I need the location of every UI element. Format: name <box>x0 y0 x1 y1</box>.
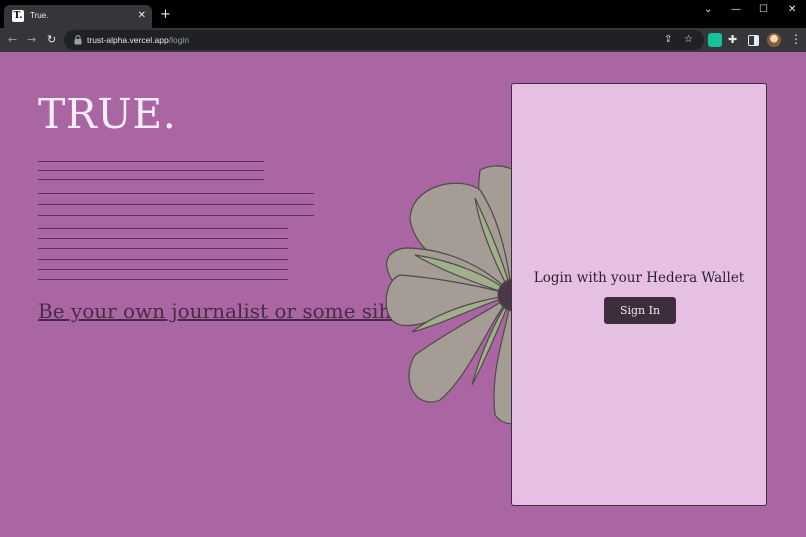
browser-toolbar: ← → ↻ trust-alpha.vercel.app/login ⇪ ☆ ✚… <box>0 28 806 52</box>
site-logo: TRUE. <box>38 90 177 138</box>
extension-icon[interactable] <box>708 33 722 47</box>
divider <box>38 161 264 162</box>
minimize-button[interactable]: — <box>731 4 741 16</box>
browser-menu-icon[interactable]: ⋮ <box>790 32 802 46</box>
browser-tab[interactable]: T. True. ✕ <box>4 5 152 28</box>
url-text: trust-alpha.vercel.app/login <box>87 34 189 46</box>
tagline-link[interactable]: Be your own journalist or some siht <box>38 298 399 324</box>
divider <box>38 238 288 239</box>
login-title: Login with your Hedera Wallet <box>533 270 745 286</box>
divider <box>38 228 288 229</box>
profile-avatar[interactable] <box>767 33 781 47</box>
browser-titlebar: T. True. ✕ + ⌄ — ☐ ✕ <box>0 0 806 28</box>
lock-icon[interactable] <box>74 35 82 45</box>
divider <box>38 215 314 216</box>
extensions-puzzle-icon[interactable]: ✚ <box>728 33 742 47</box>
url-host: trust-alpha.vercel.app <box>87 35 169 45</box>
divider <box>38 204 314 205</box>
maximize-button[interactable]: ☐ <box>759 4 768 16</box>
divider <box>38 248 288 249</box>
reload-button[interactable]: ↻ <box>47 33 56 47</box>
new-tab-button[interactable]: + <box>160 8 171 22</box>
address-bar[interactable]: trust-alpha.vercel.app/login ⇪ ☆ <box>64 30 704 50</box>
close-window-button[interactable]: ✕ <box>788 4 796 16</box>
divider <box>38 279 288 280</box>
tab-close-icon[interactable]: ✕ <box>138 9 146 23</box>
forward-button[interactable]: → <box>27 33 36 47</box>
side-panel-icon[interactable] <box>748 35 759 46</box>
flower-illustration <box>385 165 520 425</box>
tab-search-icon[interactable]: ⌄ <box>704 4 712 16</box>
tab-title: True. <box>30 11 49 20</box>
divider <box>38 193 314 194</box>
divider <box>38 170 264 171</box>
url-path: /login <box>168 35 190 45</box>
share-icon[interactable]: ⇪ <box>664 33 672 47</box>
divider <box>38 269 288 270</box>
tab-favicon-icon: T. <box>12 10 24 22</box>
sign-in-button[interactable]: Sign In <box>604 297 676 324</box>
divider <box>38 259 288 260</box>
divider <box>38 179 264 180</box>
login-card: Login with your Hedera Wallet Sign In <box>511 83 767 506</box>
bookmark-star-icon[interactable]: ☆ <box>684 33 693 47</box>
page-content: TRUE. Be your own journalist or some sih… <box>0 52 806 537</box>
back-button[interactable]: ← <box>8 33 17 47</box>
